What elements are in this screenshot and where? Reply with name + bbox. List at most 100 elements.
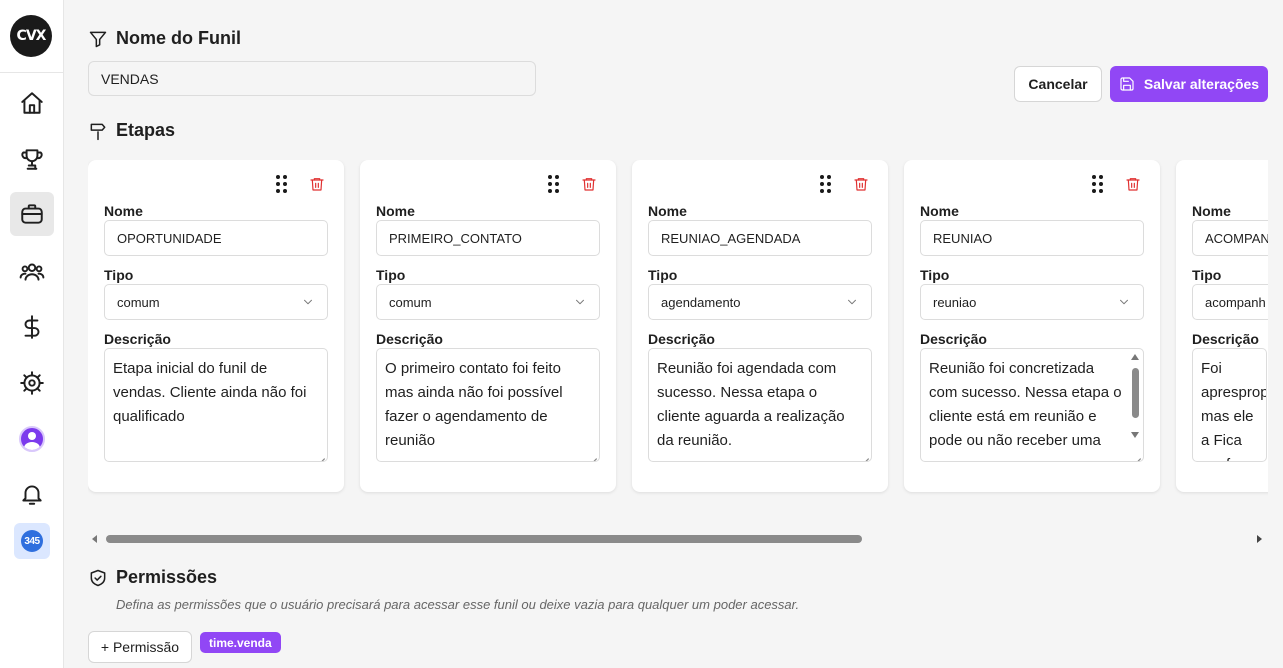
gear-icon <box>20 371 44 395</box>
stage-type-label: Tipo <box>104 267 134 283</box>
stages-horizontal-scrollbar[interactable] <box>88 530 1268 548</box>
resize-handle[interactable] <box>589 451 597 459</box>
funnel-name-title: Nome do Funil <box>116 28 241 48</box>
stage-name-label: Nome <box>1192 203 1231 219</box>
resize-handle[interactable] <box>1133 451 1141 459</box>
stage-description-textarea[interactable]: Etapa inicial do funil de vendas. Client… <box>104 348 328 462</box>
stage-description-textarea[interactable]: Reunião foi agendada com sucesso. Nessa … <box>648 348 872 462</box>
scroll-right-icon[interactable] <box>1257 535 1262 543</box>
textarea-scrollbar[interactable] <box>1128 350 1142 460</box>
add-permission-button[interactable]: + Permissão <box>88 631 192 663</box>
stage-card: Nome ACOMPAN Tipo acompanh Descrição Foi… <box>1176 160 1268 492</box>
save-button[interactable]: Salvar alterações <box>1110 66 1268 102</box>
drag-handle-icon[interactable] <box>1092 175 1106 195</box>
chevron-down-icon <box>304 299 312 305</box>
stage-description-textarea[interactable]: O primeiro contato foi feito mas ainda n… <box>376 348 600 462</box>
delete-stage-button[interactable] <box>853 176 869 194</box>
drag-handle-icon[interactable] <box>548 175 562 195</box>
stage-description-label: Descrição <box>648 331 715 347</box>
chevron-down-icon <box>848 299 856 305</box>
trash-icon <box>310 178 324 191</box>
stage-type-value: comum <box>117 294 160 310</box>
delete-stage-button[interactable] <box>309 176 325 194</box>
funnel-name-input[interactable] <box>88 61 536 96</box>
stage-type-select[interactable]: agendamento <box>648 284 872 320</box>
stage-description-text: Reunião foi concretizada com sucesso. Ne… <box>929 360 1122 449</box>
shield-check-icon <box>90 569 106 586</box>
funnel-name-heading: Nome do Funil <box>88 28 241 49</box>
stage-name-label: Nome <box>376 203 415 219</box>
sidebar-item-profile[interactable] <box>10 417 54 461</box>
stage-type-value: agendamento <box>661 294 741 310</box>
dollar-icon <box>24 315 40 339</box>
permission-tag[interactable]: time.venda <box>200 632 281 653</box>
app-logo[interactable]: CVX <box>10 15 52 57</box>
stage-name-input[interactable]: OPORTUNIDADE <box>104 220 328 256</box>
stage-type-value: comum <box>389 294 432 310</box>
stage-type-select[interactable]: acompanh <box>1192 284 1268 320</box>
stage-name-label: Nome <box>920 203 959 219</box>
users-icon <box>19 263 45 281</box>
cancel-button[interactable]: Cancelar <box>1014 66 1102 102</box>
drag-handle-icon[interactable] <box>820 175 834 195</box>
stage-name-input[interactable]: REUNIAO_AGENDADA <box>648 220 872 256</box>
sidebar-item-notifications[interactable] <box>10 472 54 516</box>
stage-name-label: Nome <box>648 203 687 219</box>
briefcase-icon <box>21 204 43 224</box>
sidebar-item-app-badge[interactable]: 345 <box>14 523 50 559</box>
sidebar-divider <box>0 72 64 73</box>
scroll-down-icon[interactable] <box>1131 432 1139 438</box>
stage-card: Nome REUNIAO Tipo reuniao Descrição Reun… <box>904 160 1160 492</box>
stage-type-label: Tipo <box>376 267 406 283</box>
scroll-thumb[interactable] <box>1132 368 1139 418</box>
drag-handle-icon[interactable] <box>276 175 290 195</box>
sidebar-item-briefcase[interactable] <box>10 192 54 236</box>
delete-stage-button[interactable] <box>581 176 597 194</box>
stage-name-input[interactable]: REUNIAO <box>920 220 1144 256</box>
delete-stage-button[interactable] <box>1125 176 1141 194</box>
stage-card: Nome REUNIAO_AGENDADA Tipo agendamento D… <box>632 160 888 492</box>
trophy-icon <box>21 149 43 170</box>
bell-icon <box>22 485 42 505</box>
badge-icon: 345 <box>21 530 43 552</box>
sidebar-item-settings[interactable] <box>10 361 54 405</box>
sidebar-item-home[interactable] <box>10 81 54 125</box>
stage-description-text: Etapa inicial do funil de vendas. Client… <box>113 360 307 425</box>
signpost-icon <box>90 123 106 140</box>
stage-name-input[interactable]: ACOMPAN <box>1192 220 1268 256</box>
trash-icon <box>582 178 596 191</box>
stage-card: Nome OPORTUNIDADE Tipo comum Descrição E… <box>88 160 344 492</box>
stages-list: Nome OPORTUNIDADE Tipo comum Descrição E… <box>88 160 1268 500</box>
stage-description-label: Descrição <box>920 331 987 347</box>
stage-description-label: Descrição <box>104 331 171 347</box>
stage-description-label: Descrição <box>1192 331 1259 347</box>
permissions-title: Permissões <box>116 567 218 587</box>
stage-name-input[interactable]: PRIMEIRO_CONTATO <box>376 220 600 256</box>
chevron-down-icon <box>1120 299 1128 305</box>
sidebar: CVX 345 <box>0 0 64 668</box>
resize-handle[interactable] <box>861 451 869 459</box>
resize-handle[interactable] <box>317 451 325 459</box>
stage-description-text: O primeiro contato foi feito mas ainda n… <box>385 360 563 449</box>
filter-icon <box>89 31 107 47</box>
permissions-description: Defina as permissões que o usuário preci… <box>116 597 800 612</box>
sidebar-item-users[interactable] <box>10 249 54 293</box>
scroll-thumb[interactable] <box>106 535 862 543</box>
stage-description-textarea[interactable]: Reunião foi concretizada com sucesso. Ne… <box>920 348 1144 462</box>
sidebar-item-trophy[interactable] <box>10 137 54 181</box>
trash-icon <box>1126 178 1140 191</box>
stage-type-value: acompanh <box>1205 294 1266 310</box>
stage-description-textarea[interactable]: Foi apresproposta mas ele a Fica em fo <box>1192 348 1267 462</box>
stage-type-value: reuniao <box>933 294 977 310</box>
permissions-heading: Permissões <box>88 567 217 588</box>
sidebar-item-finance[interactable] <box>10 305 54 349</box>
scroll-left-icon[interactable] <box>92 535 97 543</box>
stage-type-select[interactable]: comum <box>376 284 600 320</box>
scroll-up-icon[interactable] <box>1131 354 1139 360</box>
stage-type-select[interactable]: reuniao <box>920 284 1144 320</box>
stage-type-label: Tipo <box>648 267 678 283</box>
stage-card: Nome PRIMEIRO_CONTATO Tipo comum Descriç… <box>360 160 616 492</box>
chevron-down-icon <box>576 299 584 305</box>
stage-description-label: Descrição <box>376 331 443 347</box>
stage-type-select[interactable]: comum <box>104 284 328 320</box>
